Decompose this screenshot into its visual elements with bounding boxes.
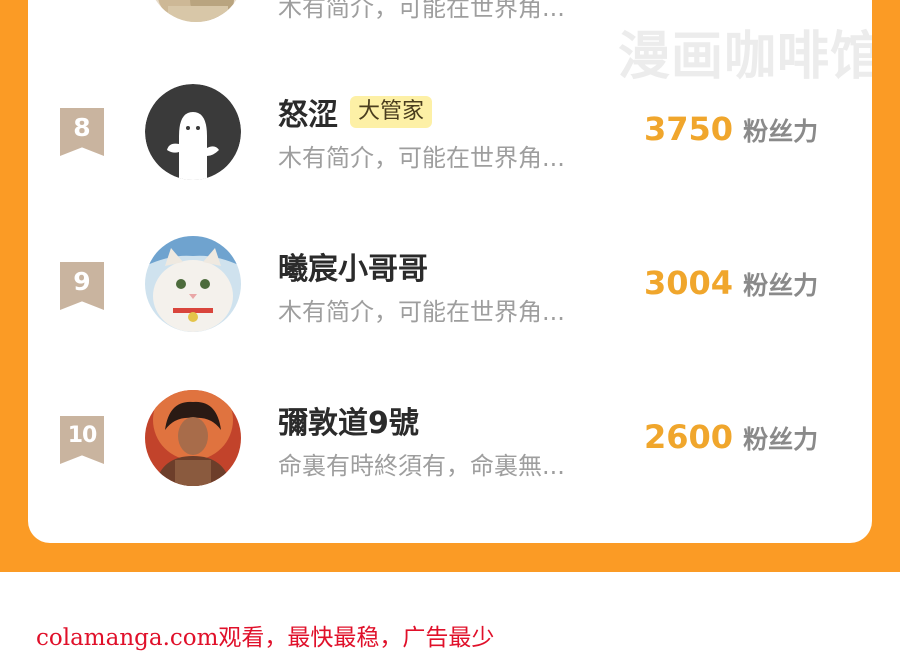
user-name[interactable]: 怒涩 (278, 90, 338, 134)
user-bio: 木有简介，可能在世界角... (278, 298, 565, 326)
watermark: 漫画咖啡馆 (618, 27, 872, 87)
user-name[interactable]: 曦宸小哥哥 (278, 244, 428, 288)
fan-score: 2600 (644, 418, 734, 456)
fan-score-unit: 粉丝力 (743, 117, 819, 146)
ranking-card: 木有简介，可能在世界角... 漫画咖啡馆 8 怒涩 大管家 木有简介，可能在世界… (28, 0, 872, 543)
person-avatar-icon[interactable] (145, 390, 241, 486)
cat-avatar-icon[interactable] (145, 236, 241, 332)
ghost-avatar-icon[interactable] (145, 84, 241, 180)
ranking-row-10[interactable]: 10 彌敦道9號 命裏有時終須有，命裏無... 2600 粉丝力 (28, 388, 872, 508)
fan-score-unit: 粉丝力 (743, 425, 819, 454)
ranking-row-9[interactable]: 9 曦宸小哥哥 木有简介，可能在世界角... 3004 粉丝力 (28, 234, 872, 354)
role-badge: 大管家 (350, 96, 433, 128)
user-name[interactable]: 彌敦道9號 (278, 398, 419, 442)
user-bio: 命裏有時終須有，命裏無... (278, 452, 565, 480)
user-bio: 木有简介，可能在世界角... (278, 144, 565, 172)
avatar[interactable] (148, 0, 244, 22)
fan-score: 3004 (644, 264, 734, 302)
ranking-row-8[interactable]: 8 怒涩 大管家 木有简介，可能在世界角... 3750 粉丝力 (28, 80, 872, 200)
fan-score-unit: 粉丝力 (743, 271, 819, 300)
footer-promo-text: colamanga.com观看，最快最稳，广告最少 (36, 625, 495, 651)
rank-badge: 8 (60, 108, 104, 156)
rank-badge: 9 (60, 262, 104, 310)
user-bio: 木有简介，可能在世界角... (278, 0, 565, 22)
rank-badge: 10 (60, 416, 104, 464)
fan-score: 3750 (644, 110, 734, 148)
